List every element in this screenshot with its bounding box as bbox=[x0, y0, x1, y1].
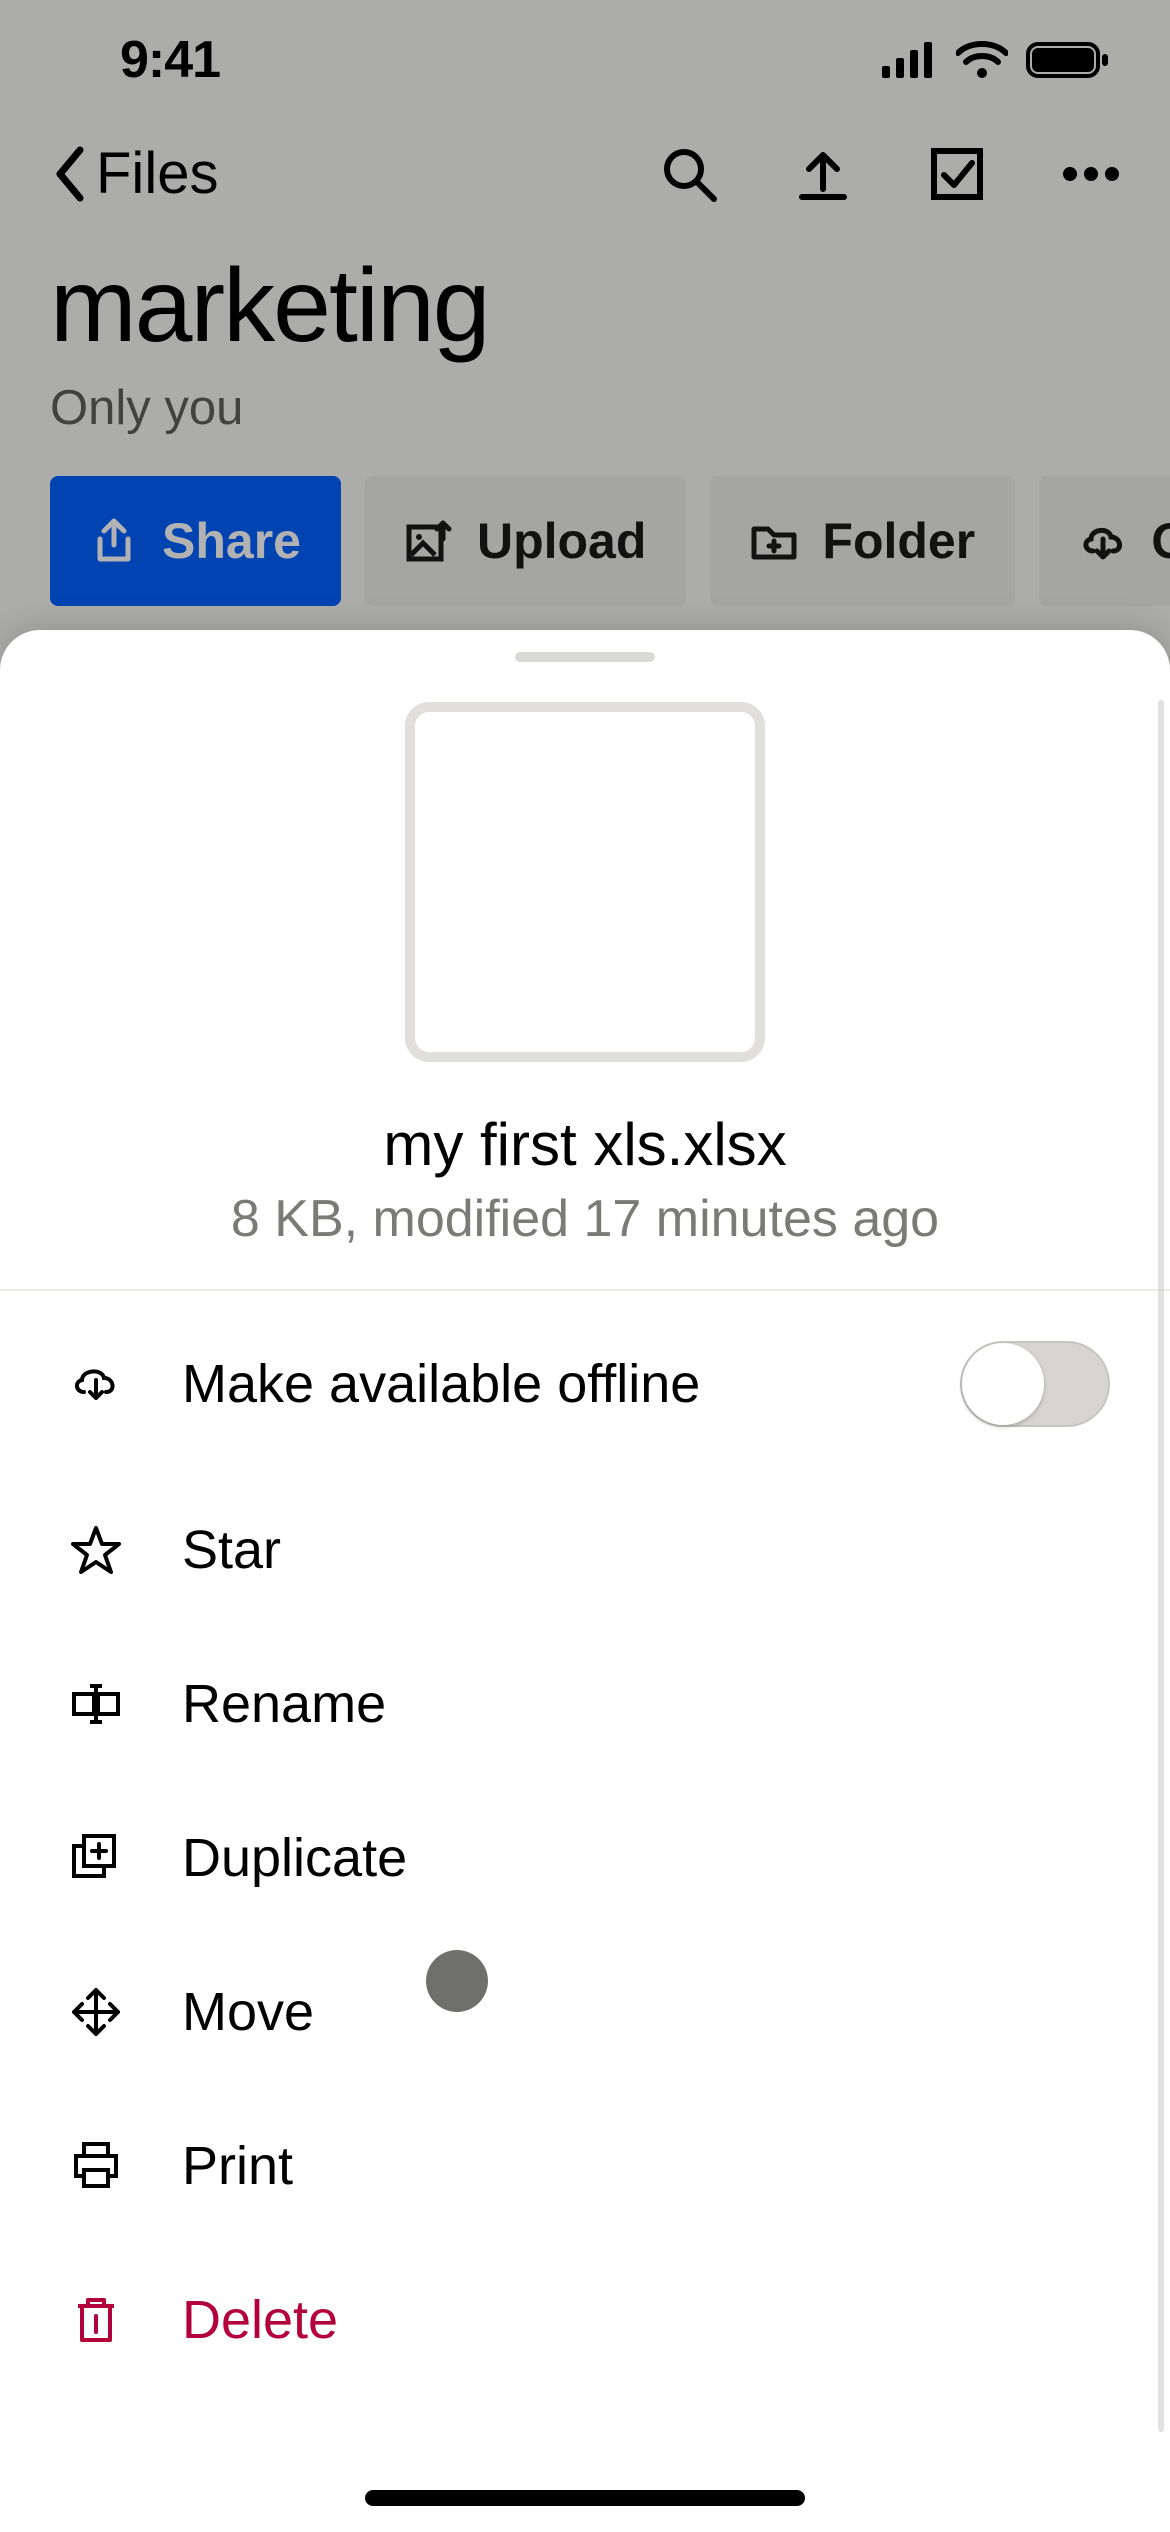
folder-label: Folder bbox=[822, 512, 975, 570]
scroll-indicator bbox=[1158, 700, 1164, 2432]
action-row: Share Upload Folder bbox=[0, 476, 1170, 606]
folder-button[interactable]: Folder bbox=[710, 476, 1015, 606]
action-label: Star bbox=[182, 1519, 1110, 1581]
offline-button[interactable]: Offline bbox=[1039, 476, 1170, 606]
action-label: Rename bbox=[182, 1673, 1110, 1735]
sheet-header: my first xls.xlsx 8 KB, modified 17 minu… bbox=[0, 662, 1170, 1291]
back-button[interactable]: Files bbox=[50, 140, 218, 207]
move-icon bbox=[70, 1986, 122, 2038]
status-time: 9:41 bbox=[120, 30, 220, 90]
image-upload-icon bbox=[405, 517, 453, 565]
upload-button[interactable]: Upload bbox=[365, 476, 686, 606]
cellular-icon bbox=[882, 42, 938, 78]
action-delete[interactable]: Delete bbox=[0, 2243, 1170, 2397]
battery-icon bbox=[1026, 40, 1110, 80]
select-icon[interactable] bbox=[928, 145, 986, 203]
rename-icon bbox=[70, 1678, 122, 1730]
action-star[interactable]: Star bbox=[0, 1473, 1170, 1627]
search-icon[interactable] bbox=[660, 145, 718, 203]
chevron-left-icon bbox=[50, 144, 90, 204]
nav-bar: Files bbox=[0, 120, 1170, 237]
wifi-icon bbox=[956, 41, 1008, 79]
back-label: Files bbox=[96, 140, 218, 207]
share-label: Share bbox=[162, 512, 301, 570]
action-move[interactable]: Move bbox=[0, 1935, 1170, 2089]
share-button[interactable]: Share bbox=[50, 476, 341, 606]
offline-toggle[interactable] bbox=[960, 1341, 1110, 1427]
action-print[interactable]: Print bbox=[0, 2089, 1170, 2243]
page-title: marketing bbox=[0, 237, 1170, 366]
sheet-grabber[interactable] bbox=[515, 652, 655, 662]
action-label: Delete bbox=[182, 2289, 1110, 2351]
offline-label: Offline bbox=[1151, 512, 1170, 570]
upload-label: Upload bbox=[477, 512, 646, 570]
print-icon bbox=[70, 2140, 122, 2192]
cloud-download-icon bbox=[1079, 517, 1127, 565]
status-bar: 9:41 bbox=[0, 0, 1170, 120]
action-make-offline[interactable]: Make available offline bbox=[0, 1295, 1170, 1473]
action-label: Print bbox=[182, 2135, 1110, 2197]
file-thumbnail bbox=[405, 702, 765, 1062]
sheet-action-list: Make available offline Star Rename bbox=[0, 1291, 1170, 2490]
home-indicator[interactable] bbox=[365, 2490, 805, 2506]
action-duplicate[interactable]: Duplicate bbox=[0, 1781, 1170, 1935]
action-rename[interactable]: Rename bbox=[0, 1627, 1170, 1781]
file-name: my first xls.xlsx bbox=[383, 1110, 786, 1179]
status-icons bbox=[882, 40, 1110, 80]
share-icon bbox=[90, 517, 138, 565]
action-label: Make available offline bbox=[182, 1353, 900, 1415]
upload-icon[interactable] bbox=[794, 145, 852, 203]
file-action-sheet: my first xls.xlsx 8 KB, modified 17 minu… bbox=[0, 630, 1170, 2532]
new-folder-icon bbox=[750, 517, 798, 565]
trash-icon bbox=[70, 2294, 122, 2346]
page-subtitle: Only you bbox=[0, 366, 1170, 476]
star-icon bbox=[70, 1524, 122, 1576]
duplicate-icon bbox=[70, 1832, 122, 1884]
more-icon[interactable] bbox=[1062, 145, 1120, 203]
cloud-download-icon bbox=[70, 1358, 122, 1410]
cursor-dot bbox=[426, 1950, 488, 2012]
action-label: Move bbox=[182, 1981, 1110, 2043]
action-label: Duplicate bbox=[182, 1827, 1110, 1889]
file-meta: 8 KB, modified 17 minutes ago bbox=[231, 1189, 939, 1249]
